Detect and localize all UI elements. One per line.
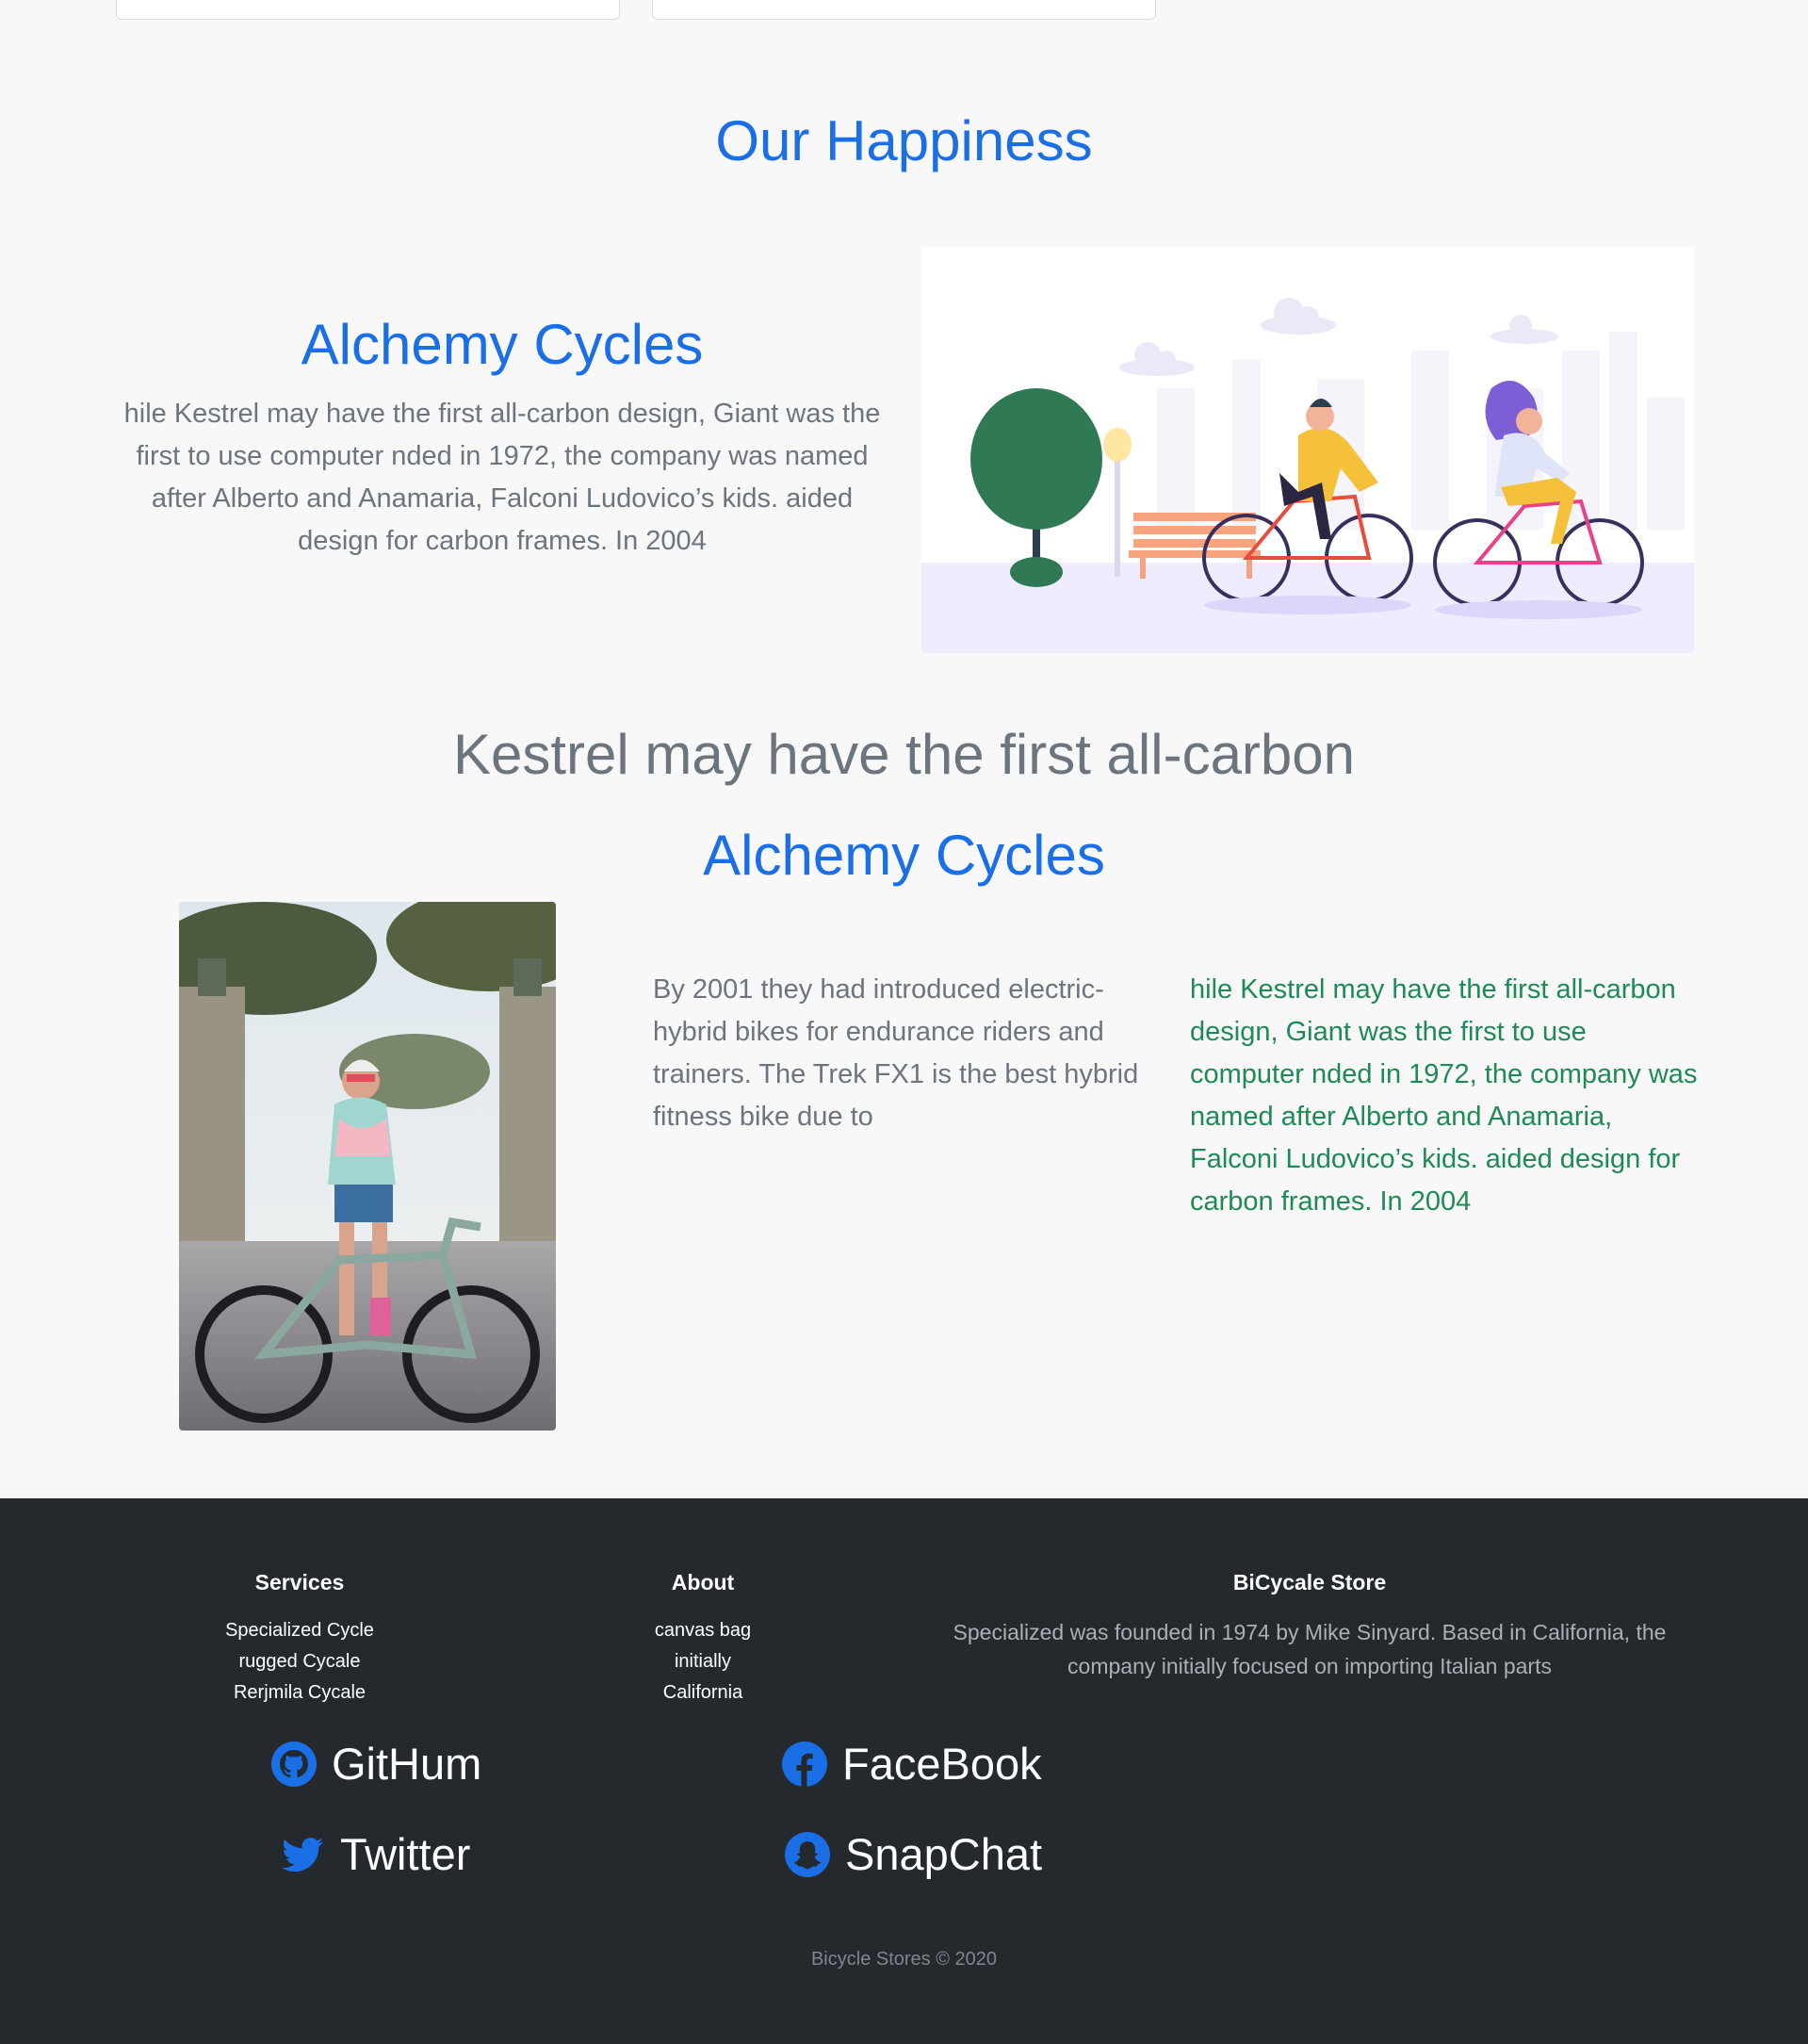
card-stub-right <box>652 0 1156 20</box>
card-stub-left <box>116 0 620 20</box>
about-item[interactable]: canvas bag <box>580 1615 825 1646</box>
facebook-link[interactable]: FaceBook <box>782 1738 1042 1790</box>
services-item[interactable]: rugged Cycale <box>177 1646 422 1677</box>
site-footer: Services Specialized Cycle rugged Cycale… <box>0 1498 1808 2044</box>
store-title: BiCycale Store <box>1232 1570 1387 1594</box>
feature-text-right: hile Kestrel may have the first all-carb… <box>1190 974 1698 1217</box>
feature-text-left: By 2001 they had introduced electric-hyb… <box>653 974 1139 1132</box>
about-item[interactable]: initially <box>580 1646 825 1677</box>
services-list: Specialized Cycle rugged Cycale Rerjmila… <box>177 1615 422 1709</box>
about-item[interactable]: California <box>580 1677 825 1709</box>
feature-title: Kestrel may have the first all-carbon <box>452 723 1356 786</box>
store-description: Specialized was founded in 1974 by Mike … <box>953 1620 1667 1678</box>
snapchat-link[interactable]: SnapChat <box>785 1828 1042 1880</box>
services-item[interactable]: Rerjmila Cycale <box>177 1677 422 1709</box>
block-text: hile Kestrel may have the first all-carb… <box>123 399 881 556</box>
copyright: Bicycle Stores © 2020 <box>810 1949 998 1970</box>
about-title: About <box>671 1570 735 1594</box>
github-link[interactable]: GitHum <box>271 1738 481 1790</box>
twitter-label: Twitter <box>340 1829 471 1879</box>
cyclist-photo <box>179 902 556 1431</box>
snapchat-label: SnapChat <box>845 1829 1043 1879</box>
services-title: Services <box>254 1570 345 1594</box>
services-item[interactable]: Specialized Cycle <box>177 1615 422 1646</box>
feature-subtitle: Alchemy Cycles <box>703 824 1105 887</box>
snapchat-icon <box>785 1831 830 1877</box>
github-icon <box>271 1741 317 1787</box>
block-heading: Alchemy Cycles <box>301 313 704 376</box>
github-label: GitHum <box>332 1739 482 1789</box>
about-list: canvas bag initially California <box>580 1615 825 1709</box>
facebook-icon <box>782 1741 827 1787</box>
twitter-link[interactable]: Twitter <box>280 1828 470 1880</box>
cyclists-illustration <box>921 247 1694 653</box>
section-title: Our Happiness <box>715 109 1093 172</box>
twitter-icon <box>282 1837 323 1872</box>
facebook-label: FaceBook <box>842 1739 1042 1789</box>
